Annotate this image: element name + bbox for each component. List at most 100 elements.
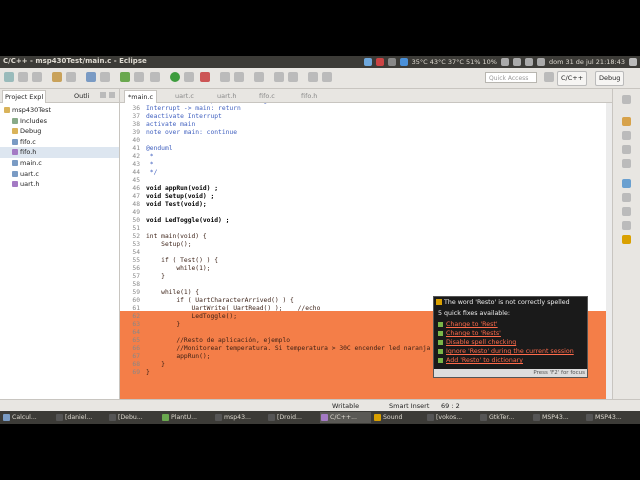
popup-subtitle: 5 quick fixes available: [438,310,511,317]
folder-icon [4,107,10,113]
quick-fix-item[interactable]: Disable spell checking [438,338,516,347]
refresh-icon[interactable] [100,72,110,82]
taskbar-item[interactable]: msp43... [214,412,265,423]
forward-icon[interactable] [322,72,332,82]
quick-fix-item[interactable]: Add 'Resto' to dictionary [438,356,523,365]
run-icon[interactable] [170,72,180,82]
quick-fix-item[interactable]: Ignore 'Resto' during the current sessio… [438,347,574,356]
line-text: void appRun(void) ; [146,185,219,192]
code-line: 52 int main(void) { [120,233,606,241]
dropbox-icon[interactable] [363,58,372,66]
minimize-icon[interactable] [100,92,106,98]
tree-item[interactable]: msp430Test [0,105,119,116]
call-hierarchy-icon[interactable] [622,221,631,230]
console-icon[interactable] [622,117,631,126]
tree-item[interactable]: uart.h [0,179,119,190]
tree-item[interactable]: Includes [0,116,119,127]
open-perspective-icon[interactable] [544,72,554,82]
fix-icon [438,348,443,354]
warning-icon[interactable] [622,235,631,244]
properties-view-icon[interactable] [622,193,631,202]
taskbar: Calcul... [daniel... [Debu... PlantU... msp4… [0,411,640,424]
code-line: 36 Interrupt -> main: return [120,105,606,113]
tab-main-c[interactable]: *main.c [124,90,158,103]
taskbar-item[interactable]: Sound [373,412,424,423]
next-annotation-icon[interactable] [274,72,284,82]
taskbar-item[interactable]: [Droid... [267,412,318,423]
line-number: 40 [132,137,140,144]
record-icon[interactable] [375,58,384,66]
system-tray: 35°C 43°C 37°C 51% 10% dom 31 de jul 21:… [363,56,637,68]
prev-annotation-icon[interactable] [288,72,298,82]
perspective-cpp[interactable]: C/C++ [557,71,588,86]
build-config-icon[interactable] [66,72,76,82]
save-all-icon[interactable] [32,72,42,82]
network-icon[interactable] [387,58,396,66]
tab-uart-h[interactable]: uart.h [214,90,240,102]
line-number: 56 [132,265,140,272]
tree-item-label: uart.h [20,180,40,189]
search-view-icon[interactable] [622,207,631,216]
h-file-icon [12,181,18,188]
tools-icon[interactable] [150,72,160,82]
battery-icon[interactable] [524,58,533,66]
make-target-icon[interactable] [622,145,631,154]
tree-item[interactable]: fifo.h [0,147,119,158]
taskbar-item[interactable]: GtkTer... [479,412,530,423]
project-tree: msp430Test Includes Debug fifo.c fifo.h main.… [0,105,119,190]
tab-fifo-h[interactable]: fifo.h [298,90,320,102]
tree-item[interactable]: fifo.c [0,137,119,148]
maximize-icon[interactable] [109,92,115,98]
fix-icon [438,330,443,336]
weather-icon[interactable] [399,58,408,66]
quick-fix-item[interactable]: Change to 'Rests' [438,329,501,338]
taskbar-item[interactable]: [daniel... [55,412,106,423]
tree-item[interactable]: main.c [0,158,119,169]
taskbar-item[interactable]: C/C++... [320,412,371,423]
outline-icon[interactable] [622,131,631,140]
build-icon[interactable] [52,72,62,82]
clock[interactable]: dom 31 de jul 21:18:43 [549,58,625,66]
volume-icon[interactable] [536,58,545,66]
mail-icon[interactable] [500,58,509,66]
external-tools-icon[interactable] [200,72,210,82]
taskbar-item[interactable]: [vokos... [426,412,477,423]
tree-item[interactable]: uart.c [0,169,119,180]
quick-fix-item[interactable]: Change to 'Rest' [438,320,498,329]
perspective-debug[interactable]: Debug [595,71,625,86]
run-dropdown-icon[interactable] [184,72,194,82]
taskbar-item[interactable]: Calcul... [2,412,53,423]
tasks-icon[interactable] [622,159,631,168]
properties-icon[interactable] [86,72,96,82]
tab-fifo-c[interactable]: fifo.c [256,90,278,102]
taskbar-item[interactable]: MSP43... [532,412,583,423]
taskbar-item-label: [Debu... [118,414,143,421]
taskbar-item[interactable]: MSP43... [585,412,636,423]
debug-icon[interactable] [120,72,130,82]
code-line: 54 [120,249,606,257]
taskbar-item[interactable]: [Debu... [108,412,159,423]
problems-icon[interactable] [622,179,631,188]
power-icon[interactable] [629,58,637,66]
minimize-icon[interactable] [622,95,631,104]
bluetooth-icon[interactable] [512,58,521,66]
back-icon[interactable] [308,72,318,82]
tab-project-explorer[interactable]: Project Expl [2,90,47,103]
open-type-icon[interactable] [234,72,244,82]
debug-dropdown-icon[interactable] [134,72,144,82]
code-line: 42 * [120,153,606,161]
tree-item[interactable]: Debug [0,126,119,137]
app-icon [586,414,593,421]
line-number: 39 [132,129,140,136]
save-icon[interactable] [18,72,28,82]
line-text: if ( UartCharacterArrived() ) { [146,297,294,304]
tab-outline[interactable]: Outli [72,90,91,102]
code-line: 38 activate main [120,121,606,129]
app-icon [533,414,540,421]
tab-uart-c[interactable]: uart.c [172,90,197,102]
quick-access-input[interactable]: Quick Access [485,72,537,83]
new-icon[interactable] [4,72,14,82]
taskbar-item[interactable]: PlantU... [161,412,212,423]
new-project-icon[interactable] [220,72,230,82]
search-icon[interactable] [254,72,264,82]
